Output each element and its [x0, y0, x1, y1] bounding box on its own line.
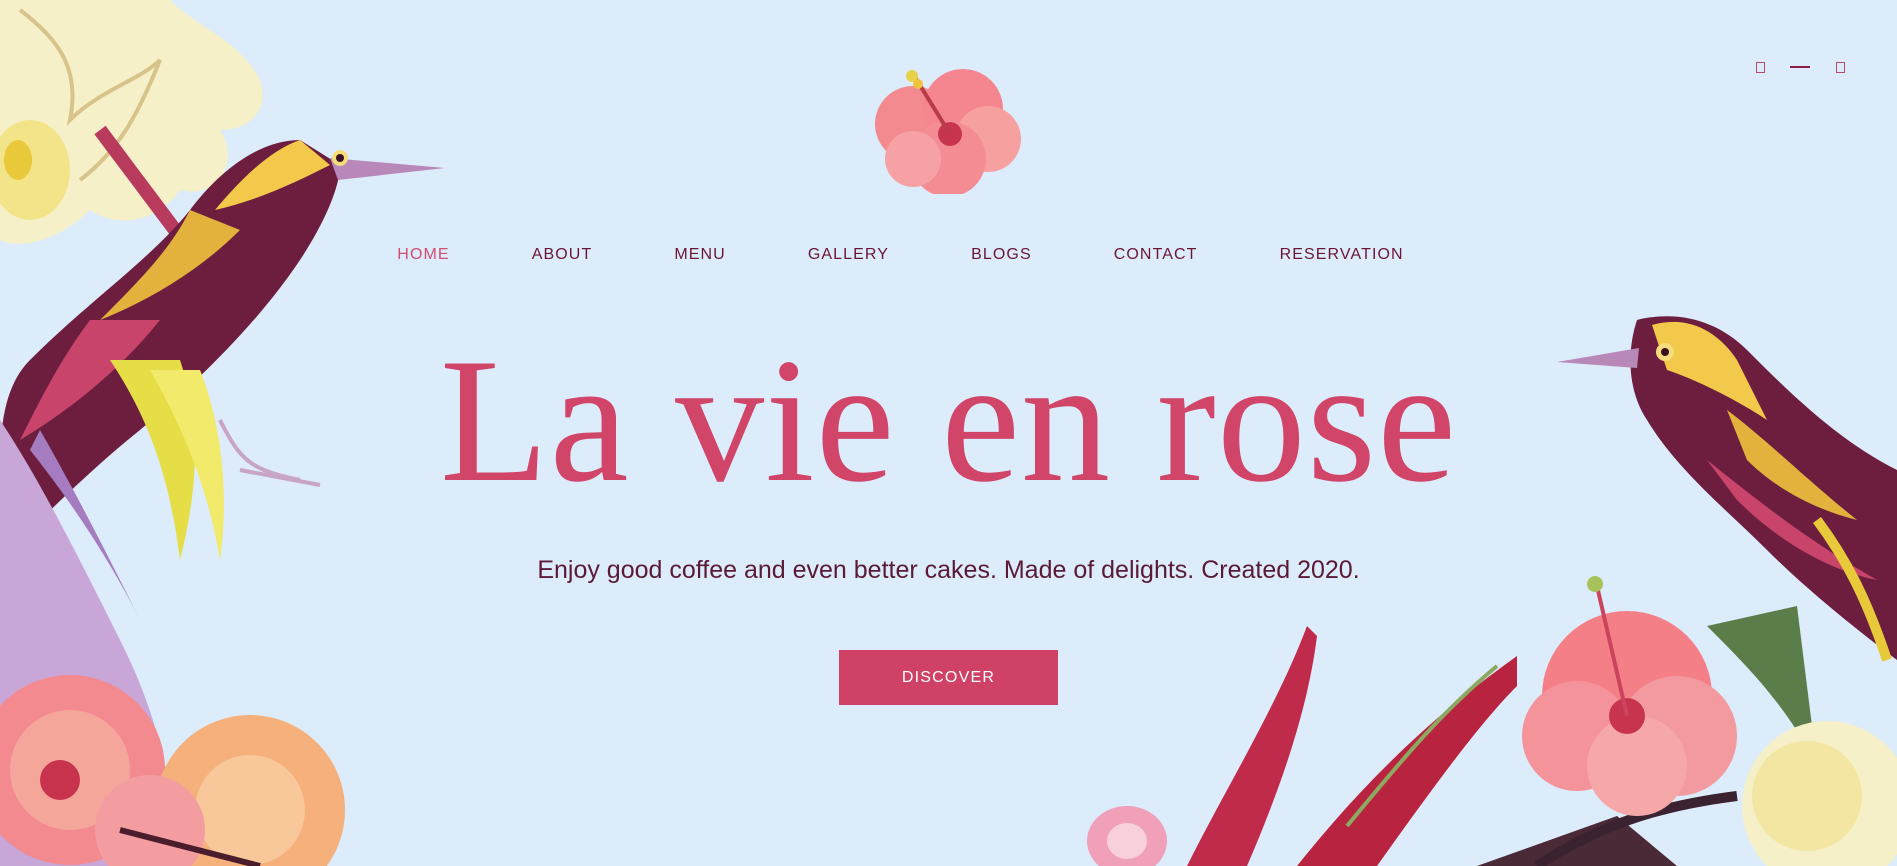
minus-icon[interactable] — [1789, 60, 1811, 74]
minus-glyph — [1790, 66, 1810, 68]
square-glyph — [1835, 61, 1845, 73]
hero-title: La vie en rose — [439, 321, 1458, 519]
nav-item-menu[interactable]: MENU — [633, 246, 767, 264]
hibiscus-logo — [868, 64, 1028, 194]
main-navigation: HOME ABOUT MENU GALLERY BLOGS CONTACT RE… — [0, 246, 1897, 264]
nav-item-home[interactable]: HOME — [356, 246, 490, 264]
nav-item-reservation[interactable]: RESERVATION — [1239, 246, 1445, 264]
top-right-controls — [1753, 60, 1847, 74]
hibiscus-cluster-illustration — [1477, 566, 1897, 866]
square-icon[interactable] — [1753, 60, 1767, 74]
nav-list: HOME ABOUT MENU GALLERY BLOGS CONTACT RE… — [356, 246, 1444, 264]
tropical-leaves-illustration — [1077, 626, 1517, 866]
nav-item-about[interactable]: ABOUT — [491, 246, 634, 264]
nav-item-contact[interactable]: CONTACT — [1073, 246, 1239, 264]
square-glyph — [1755, 61, 1765, 73]
landing-page: HOME ABOUT MENU GALLERY BLOGS CONTACT RE… — [0, 0, 1897, 866]
hero-subtitle: Enjoy good coffee and even better cakes.… — [537, 556, 1360, 584]
square-icon[interactable] — [1833, 60, 1847, 74]
nav-item-gallery[interactable]: GALLERY — [767, 246, 930, 264]
discover-button[interactable]: DISCOVER — [839, 650, 1058, 705]
nav-item-blogs[interactable]: BLOGS — [930, 246, 1073, 264]
